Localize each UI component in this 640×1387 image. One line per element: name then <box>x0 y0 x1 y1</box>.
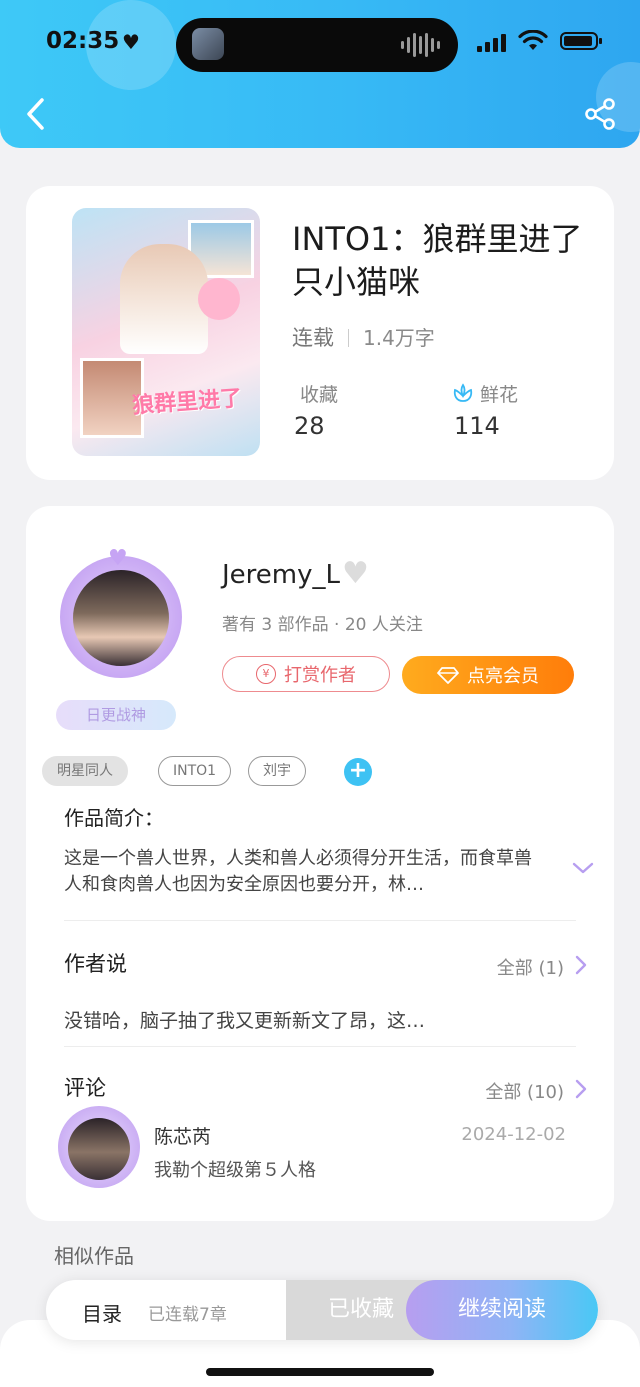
heart-icon: ♥ <box>108 546 128 571</box>
divider <box>64 920 576 921</box>
avatar <box>73 570 169 666</box>
tip-author-label: 打赏作者 <box>284 665 356 686</box>
tag-chip[interactable]: INTO1 <box>158 756 232 786</box>
heart-icon: ♥ <box>122 30 140 54</box>
similar-works-title: 相似作品 <box>54 1244 134 1268</box>
book-meta: 连载 1.4万字 <box>292 322 435 352</box>
divider <box>348 329 349 347</box>
home-indicator[interactable] <box>206 1368 434 1376</box>
author-badge: 日更战神 <box>56 700 176 730</box>
flowers-label: 鲜花 <box>480 384 519 406</box>
flower-icon <box>453 383 473 402</box>
diamond-icon <box>437 667 459 684</box>
book-info-card: 狼群里进了 INTO1：狼群里进了只小猫咪 连载 1.4万字 收藏 28 鲜花 1… <box>26 186 614 480</box>
toc-button[interactable]: 目录 <box>82 1298 122 1327</box>
details-card: ♥ 日更战神 Jeremy_L ♥ 著有 3 部作品 · 20 人关注 ¥ 打赏… <box>26 506 614 1221</box>
book-status: 连载 <box>292 326 334 350</box>
wifi-icon <box>518 30 548 50</box>
flowers-count: 114 <box>454 412 500 440</box>
intro-title: 作品简介： <box>64 806 164 830</box>
tag-chip[interactable]: 明星同人 <box>42 756 128 786</box>
signal-icon <box>477 34 506 52</box>
author-says-more-link[interactable]: 全部 (1) <box>497 954 564 980</box>
comment-text[interactable]: 我勒个超级第５人格 <box>154 1156 316 1182</box>
commenter-avatar[interactable] <box>68 1118 130 1180</box>
cover-photo <box>120 244 208 354</box>
status-time: 02:35 <box>46 28 120 54</box>
commenter-name[interactable]: 陈芯芮 <box>154 1122 211 1149</box>
favorites-count: 28 <box>294 412 325 440</box>
coin-icon: ¥ <box>256 664 276 684</box>
bunny-icon <box>198 278 240 320</box>
author-name[interactable]: Jeremy_L <box>222 560 340 590</box>
author-says-title: 作者说 <box>64 952 127 976</box>
intro-text: 这是一个兽人世界，人类和兽人必须得分开生活，而食草兽人和食肉兽人也因为安全原因也… <box>64 848 532 895</box>
audio-wave-icon <box>401 32 440 58</box>
comment-date: 2024-12-02 <box>461 1124 566 1145</box>
tip-author-button[interactable]: ¥ 打赏作者 <box>222 656 390 692</box>
book-cover[interactable]: 狼群里进了 <box>72 208 260 456</box>
author-avatar[interactable]: ♥ <box>56 532 188 718</box>
author-stats: 著有 3 部作品 · 20 人关注 <box>222 615 423 635</box>
chevron-right-icon[interactable] <box>574 1078 588 1100</box>
tag-chip[interactable]: 刘宇 <box>248 756 306 786</box>
chevron-right-icon[interactable] <box>574 954 588 976</box>
comments-more-link[interactable]: 全部 (10) <box>485 1078 564 1104</box>
favorites-label: 收藏 <box>300 384 339 406</box>
app-icon <box>192 28 224 60</box>
chevron-down-icon[interactable] <box>572 860 594 876</box>
divider <box>64 1046 576 1047</box>
vip-button[interactable]: 点亮会员 <box>402 656 574 694</box>
comments-title: 评论 <box>64 1076 106 1100</box>
chapter-count: 已连载7章 <box>148 1305 227 1325</box>
book-title: INTO1：狼群里进了只小猫咪 <box>292 220 583 301</box>
header-bar: 02:35 ♥ <box>0 0 640 148</box>
share-button[interactable] <box>582 96 618 132</box>
battery-icon <box>560 32 602 50</box>
back-button[interactable] <box>22 96 50 132</box>
dynamic-island <box>176 18 458 72</box>
cover-title: 狼群里进了 <box>131 386 243 419</box>
reading-action-bar: 目录 已连载7章 已收藏 继续阅读 <box>46 1280 598 1340</box>
add-tag-button[interactable]: + <box>344 758 372 786</box>
heart-icon: ♥ <box>342 556 369 591</box>
continue-reading-button[interactable]: 继续阅读 <box>406 1280 598 1340</box>
vip-label: 点亮会员 <box>467 666 539 687</box>
word-count: 1.4万字 <box>363 326 435 350</box>
author-says-text[interactable]: 没错哈，脑子抽了我又更新新文了昂，这… <box>64 1006 564 1033</box>
